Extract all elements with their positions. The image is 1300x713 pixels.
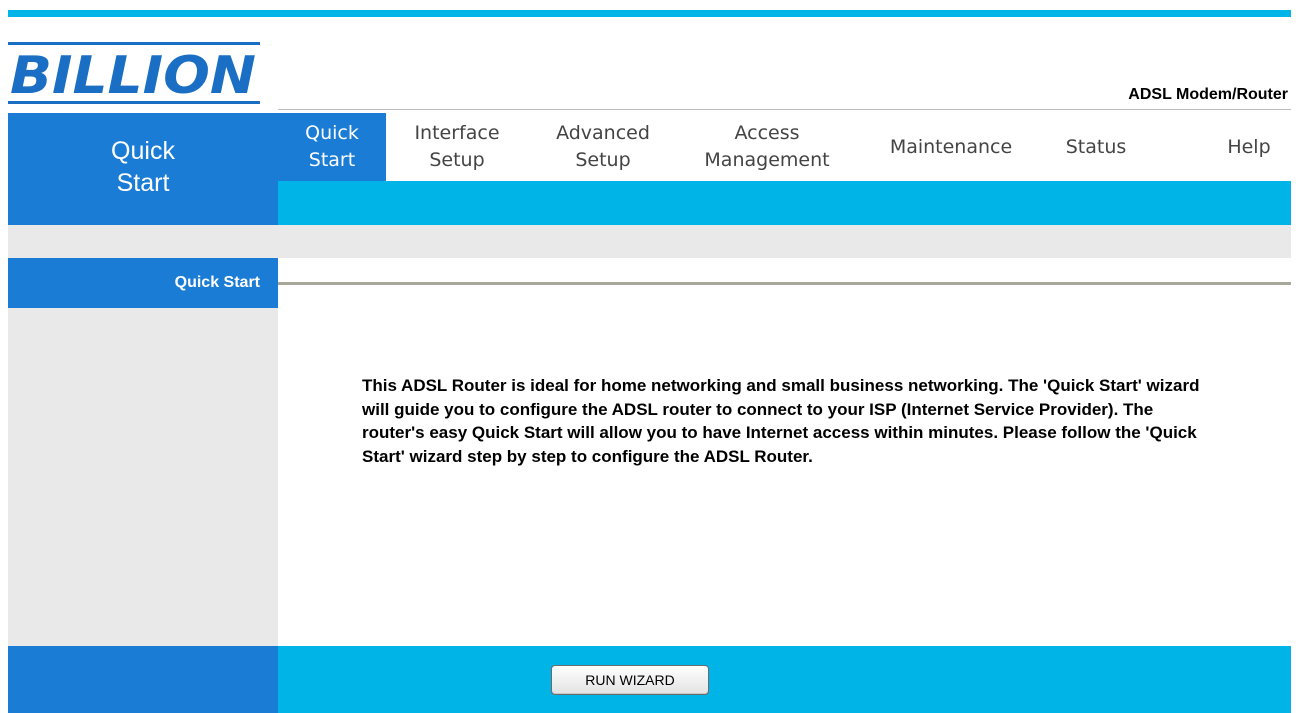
nav-tab-interface-setup[interactable]: Interface Setup [396,113,518,181]
main-navigation: Quick Start Interface Setup Advanced Setup … [278,113,1291,181]
sidebar-panel [8,258,278,646]
sidebar-item-label: Quick Start [174,274,260,291]
footer-action-bar [278,646,1291,713]
spacer-band [8,225,1291,258]
nav-tab-advanced-setup[interactable]: Advanced Setup [534,113,672,181]
run-wizard-button[interactable]: RUN WIZARD [551,665,709,695]
sidebar-title-line: Quick [111,137,175,165]
sidebar-section-title: Quick Start [8,113,278,225]
nav-tab-quick-start[interactable]: Quick Start [278,113,386,181]
product-name: ADSL Modem/Router [1128,86,1288,103]
billion-logo: BILLION [8,42,260,104]
nav-tab-maintenance[interactable]: Maintenance [874,113,1028,181]
content-divider [278,282,1291,285]
nav-tab-help[interactable]: Help [1218,113,1280,181]
sidebar-item-quick-start[interactable]: Quick Start [8,258,278,308]
logo-text: BILLION [10,46,256,104]
nav-tab-status[interactable]: Status [1054,113,1138,181]
sub-navigation-bar [278,181,1291,225]
header-divider [278,109,1291,110]
sidebar-title-line: Start [116,169,170,197]
footer-left-panel [8,646,278,713]
nav-tab-access-management[interactable]: Access Management [688,113,846,181]
quick-start-description: This ADSL Router is ideal for home netwo… [362,376,1200,466]
top-accent-strip [8,10,1291,17]
